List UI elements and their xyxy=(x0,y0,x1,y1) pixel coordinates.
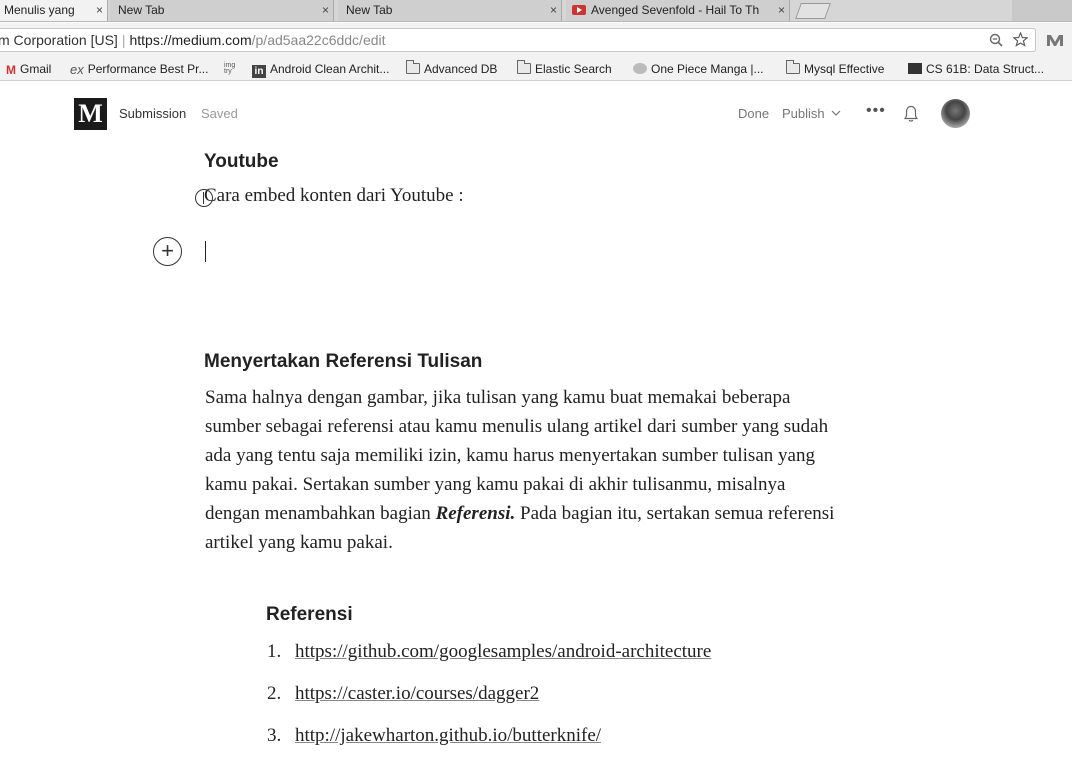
add-embed-button[interactable]: + xyxy=(153,237,182,266)
tab-title: New Tab xyxy=(346,3,393,17)
list-item: 1. https://github.com/googlesamples/andro… xyxy=(267,641,711,663)
reference-link[interactable]: http://jakewharton.github.io/butterknife… xyxy=(295,725,601,746)
tab-close-icon[interactable]: × xyxy=(322,0,329,20)
folder-icon xyxy=(517,60,531,74)
browser-tab-medium[interactable]: Menulis yang × xyxy=(0,0,108,21)
reference-section-heading: Menyertakan Referensi Tulisan xyxy=(204,351,483,372)
reference-link[interactable]: https://caster.io/courses/dagger2 xyxy=(295,683,539,704)
list-item: 3. http://jakewharton.github.io/butterkni… xyxy=(267,725,601,747)
address-separator: | xyxy=(121,32,126,48)
ex-icon: ex xyxy=(70,62,84,77)
site-icon xyxy=(633,63,647,74)
address-bar[interactable]: m Corporation [US] | https://medium.com/p/… xyxy=(0,28,1036,52)
url-path: /p/ad5aa22c6ddc/edit xyxy=(251,32,386,48)
zoom-icon[interactable] xyxy=(989,29,1003,51)
list-item: 2. https://caster.io/courses/dagger2 xyxy=(267,683,539,705)
browser-tab-new-1[interactable]: New Tab × xyxy=(110,0,334,21)
linkedin-icon: in xyxy=(252,65,266,78)
reference-link[interactable]: https://github.com/googlesamples/android… xyxy=(295,641,711,662)
bookmark-gmail[interactable]: M Gmail xyxy=(6,61,51,78)
tab-close-icon[interactable]: × xyxy=(550,0,557,20)
browser-tab-new-2[interactable]: New Tab × xyxy=(338,0,562,21)
list-number: 2. xyxy=(267,683,282,704)
bookmark-label: Advanced DB xyxy=(424,62,498,76)
references-subheading: Referensi xyxy=(266,604,353,625)
bookmark-elastic-search[interactable]: Elastic Search xyxy=(517,60,612,77)
done-button[interactable]: Done xyxy=(738,106,769,122)
youtube-embed-paragraph[interactable]: Cara embed konten dari Youtube : xyxy=(204,185,464,207)
tab-close-icon[interactable]: × xyxy=(96,0,103,20)
avatar[interactable] xyxy=(941,99,970,128)
paragraph-term: Referensi. xyxy=(435,503,516,524)
saved-status: Saved xyxy=(201,106,238,121)
list-number: 3. xyxy=(267,725,282,746)
medium-logo[interactable]: M xyxy=(74,98,107,130)
tab-close-icon[interactable]: × xyxy=(778,0,785,20)
tab-title: New Tab xyxy=(118,3,165,17)
bookmark-cs61b[interactable]: CS 61B: Data Struct... xyxy=(908,61,1044,77)
img-icon: img try xyxy=(224,62,236,75)
folder-icon xyxy=(406,60,420,74)
ev-certificate-label[interactable]: m Corporation [US] xyxy=(0,32,118,48)
youtube-heading: Youtube xyxy=(204,151,279,172)
gmail-icon: M xyxy=(6,63,16,77)
new-tab-button[interactable] xyxy=(795,3,831,19)
cs61b-icon xyxy=(908,63,922,74)
bookmark-label: CS 61B: Data Struct... xyxy=(926,62,1045,76)
publish-label: Publish xyxy=(782,106,825,121)
bookmark-one-piece[interactable]: One Piece Manga |... xyxy=(633,61,764,77)
list-number: 1. xyxy=(267,641,282,662)
browser-tab-youtube[interactable]: Avenged Sevenfold - Hail To Th × xyxy=(566,0,790,21)
tab-title: Avenged Sevenfold - Hail To Th xyxy=(591,3,760,17)
more-options-button[interactable]: ••• xyxy=(866,103,886,119)
bookmark-star-icon[interactable] xyxy=(1012,29,1029,51)
youtube-favicon-icon xyxy=(572,5,586,15)
bookmarks-bar: M Gmail ex Performance Best Pr... img try i… xyxy=(0,57,1072,81)
bookmark-android-clean[interactable]: in Android Clean Archit... xyxy=(252,61,389,78)
publish-button[interactable]: Publish xyxy=(782,106,841,122)
text-cursor-icon xyxy=(195,189,213,207)
editor-text-caret[interactable] xyxy=(205,241,206,262)
bookmark-label: Android Clean Archit... xyxy=(270,62,390,76)
bookmark-label: Performance Best Pr... xyxy=(87,62,209,76)
browser-toolbar: m Corporation [US] | https://medium.com/p/… xyxy=(0,23,1072,57)
bookmark-advanced-db[interactable]: Advanced DB xyxy=(406,60,498,77)
bookmark-mysql[interactable]: Mysql Effective xyxy=(786,60,885,77)
bookmark-label: Gmail xyxy=(20,62,52,76)
bookmark-label: One Piece Manga |... xyxy=(651,62,764,76)
url-host: https://medium.com xyxy=(129,32,252,48)
bookmark-label: Mysql Effective xyxy=(804,62,885,76)
submission-label: Submission xyxy=(119,106,187,121)
bookmark-label: Elastic Search xyxy=(535,62,612,76)
medium-extension-icon[interactable] xyxy=(1046,33,1064,47)
bookmark-img[interactable]: img try xyxy=(224,60,239,76)
bell-icon[interactable] xyxy=(903,105,919,123)
bookmark-performance[interactable]: ex Performance Best Pr... xyxy=(70,61,208,78)
reference-paragraph[interactable]: Sama halnya dengan gambar, jika tulisan … xyxy=(205,383,835,557)
medium-editor-header: M Submission Saved Done Publish ••• xyxy=(0,82,1072,144)
browser-tab-strip: Menulis yang × New Tab × New Tab × Aveng… xyxy=(0,0,1072,22)
chevron-down-icon xyxy=(831,110,841,116)
tabstrip-empty-area xyxy=(1012,0,1072,21)
folder-icon xyxy=(786,60,800,74)
tab-title: Menulis yang xyxy=(4,3,75,17)
